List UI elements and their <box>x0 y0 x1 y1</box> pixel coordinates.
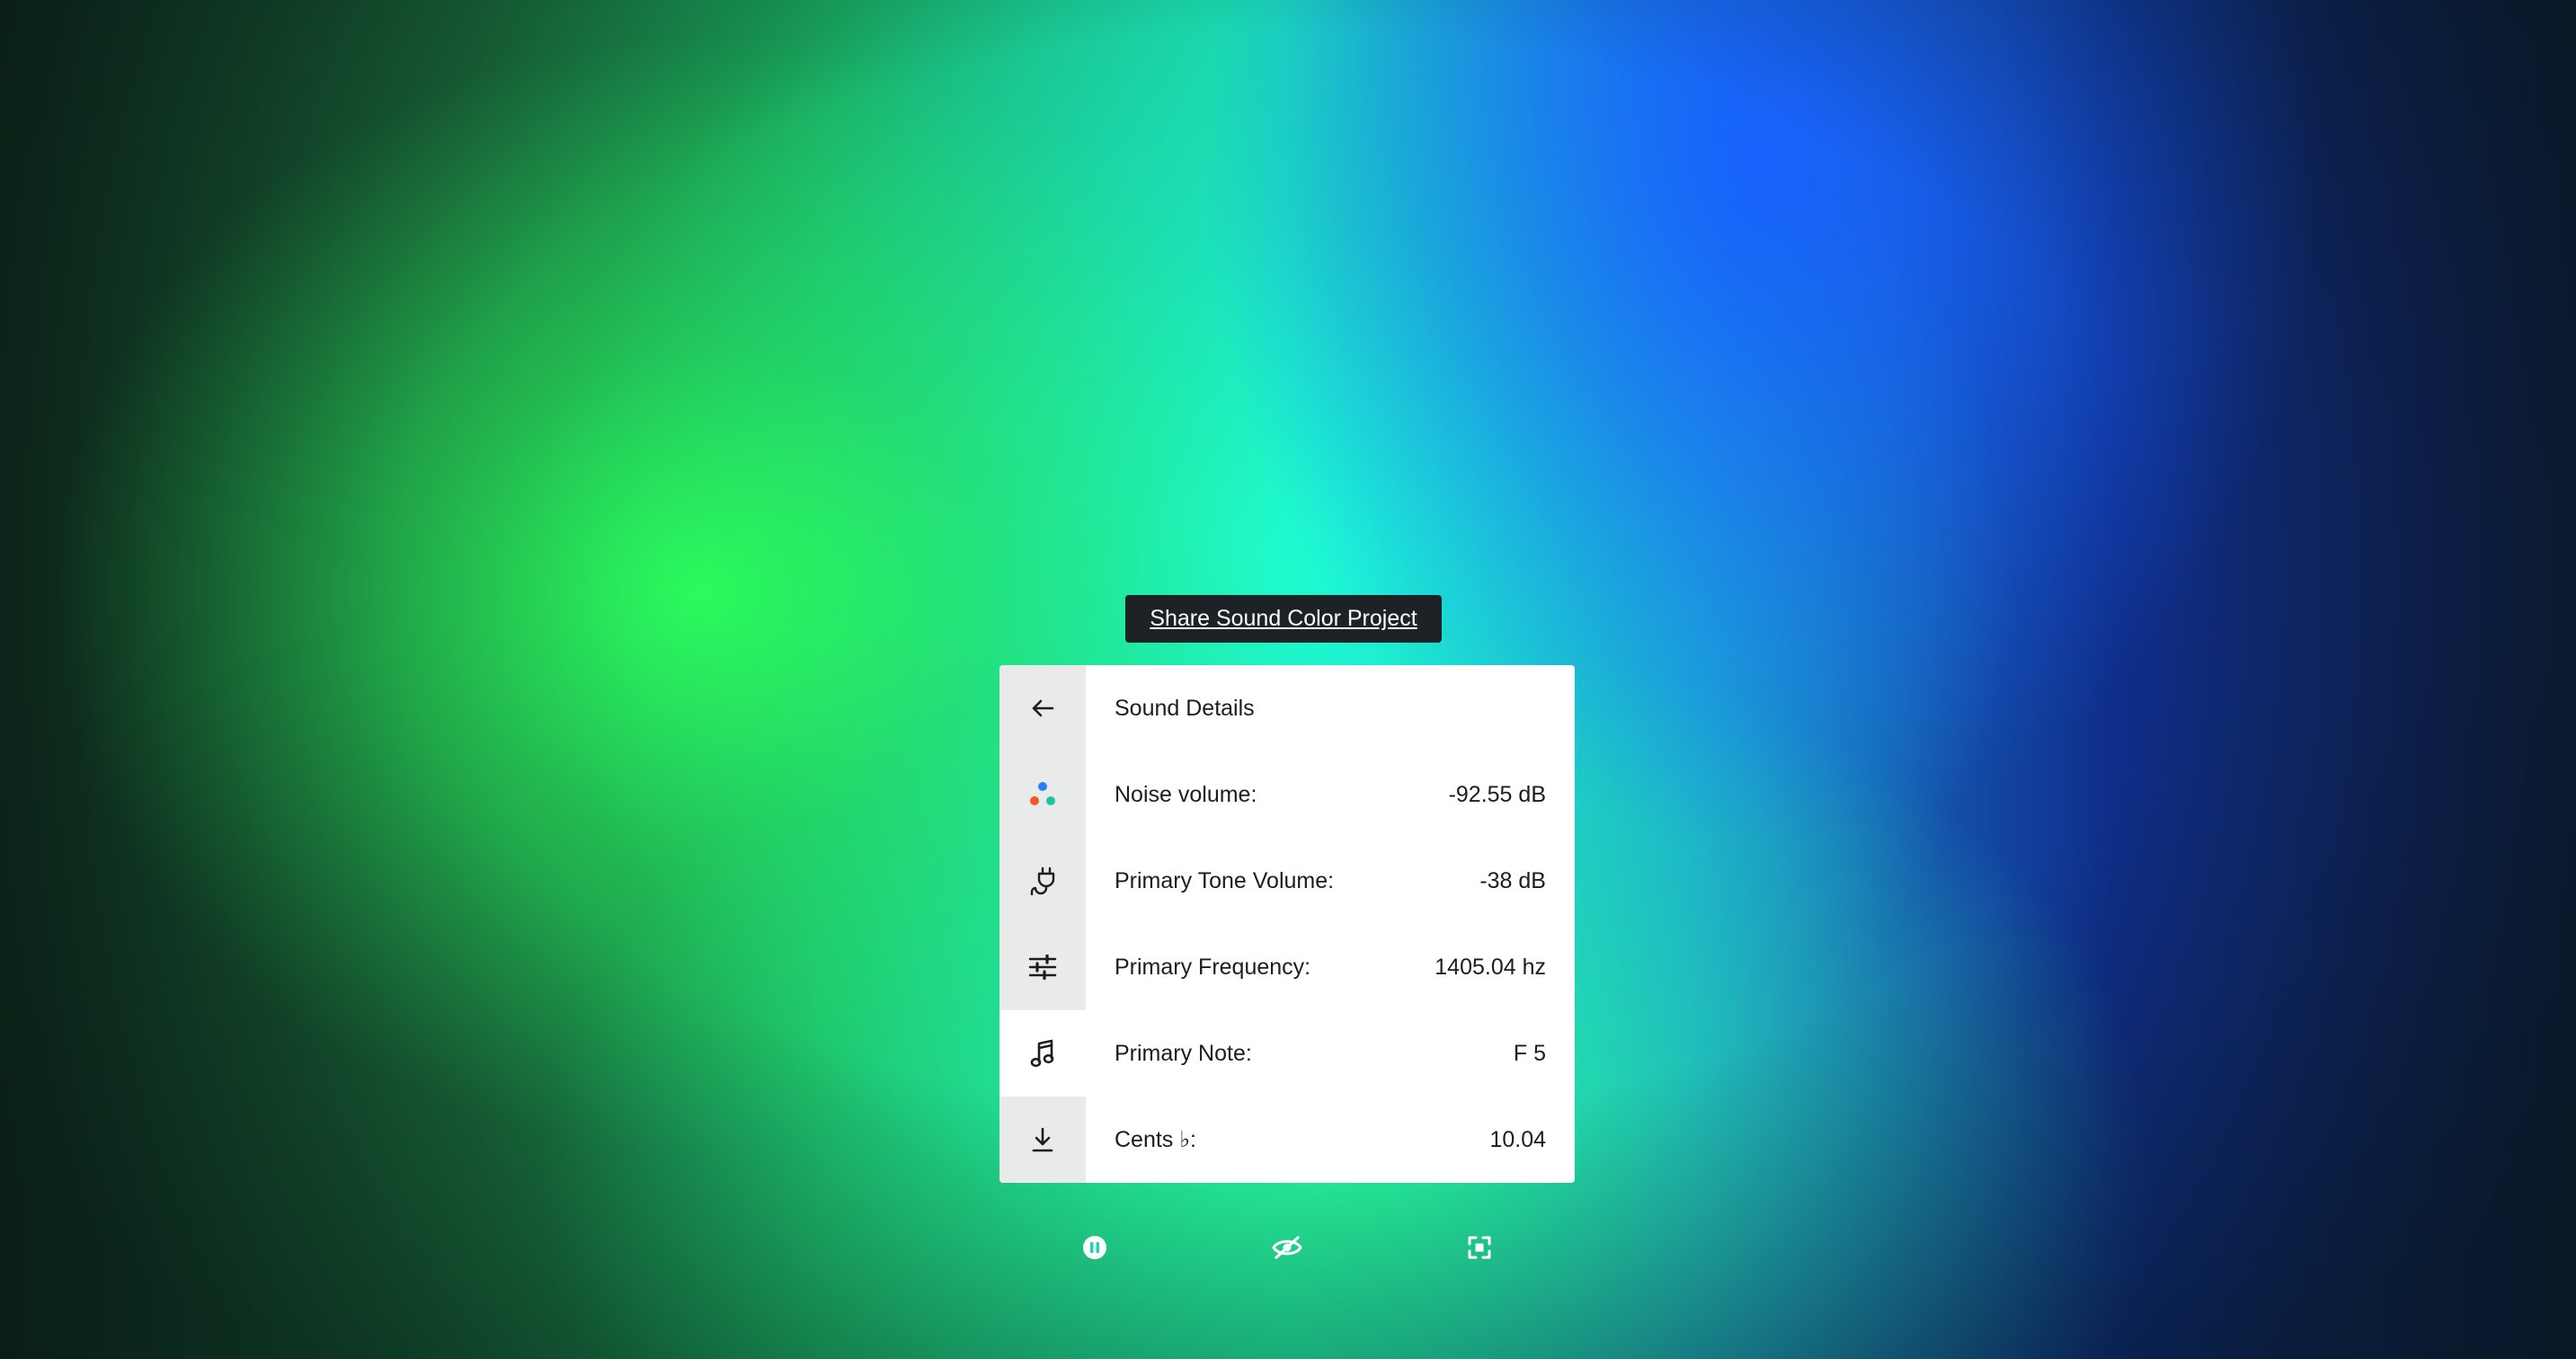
detail-label: Primary Note: <box>1115 1040 1252 1066</box>
detail-label: Primary Tone Volume: <box>1115 867 1335 893</box>
row-icon-cell[interactable] <box>999 1010 1086 1097</box>
detail-label: Primary Frequency: <box>1115 954 1311 980</box>
playback-controls <box>0 1230 2576 1266</box>
eye-off-icon <box>1272 1236 1302 1259</box>
detail-row-noise-volume: Noise volume: -92.55 dB <box>999 751 1575 838</box>
fullscreen-button[interactable] <box>1461 1230 1497 1266</box>
detail-value: 10.04 <box>1489 1126 1546 1152</box>
detail-value: -92.55 dB <box>1448 781 1546 807</box>
detail-label: Cents ♭: <box>1115 1127 1196 1152</box>
back-button[interactable] <box>999 665 1086 751</box>
hide-panel-button[interactable] <box>1269 1230 1305 1266</box>
share-project-link[interactable]: Share Sound Color Project <box>1125 595 1442 643</box>
pause-icon <box>1083 1236 1106 1259</box>
music-note-icon <box>1030 1039 1054 1068</box>
fullscreen-icon <box>1468 1236 1491 1259</box>
detail-row-cents: Cents ♭: 10.04 <box>999 1097 1575 1183</box>
row-icon-cell[interactable] <box>999 751 1086 838</box>
detail-value: F 5 <box>1513 1040 1546 1066</box>
detail-value: -38 dB <box>1479 867 1546 893</box>
detail-value: 1405.04 hz <box>1435 954 1546 980</box>
plug-icon <box>1030 866 1055 896</box>
detail-label: Noise volume: <box>1115 781 1257 807</box>
pause-button[interactable] <box>1077 1230 1113 1266</box>
color-dots-icon <box>1030 782 1055 805</box>
arrow-left-icon <box>1032 699 1054 717</box>
panel-header: Sound Details <box>999 665 1575 751</box>
detail-row-primary-frequency: Primary Frequency: 1405.04 hz <box>999 924 1575 1010</box>
detail-row-primary-tone-volume: Primary Tone Volume: -38 dB <box>999 838 1575 924</box>
download-icon <box>1032 1127 1053 1152</box>
sound-details-panel: Sound Details Noise volume: -92.55 dB Pr… <box>999 665 1575 1183</box>
sliders-icon <box>1028 955 1057 980</box>
row-icon-cell[interactable] <box>999 1097 1086 1183</box>
row-icon-cell[interactable] <box>999 924 1086 1010</box>
panel-title: Sound Details <box>1115 695 1255 721</box>
row-icon-cell[interactable] <box>999 838 1086 924</box>
detail-row-primary-note: Primary Note: F 5 <box>999 1010 1575 1097</box>
